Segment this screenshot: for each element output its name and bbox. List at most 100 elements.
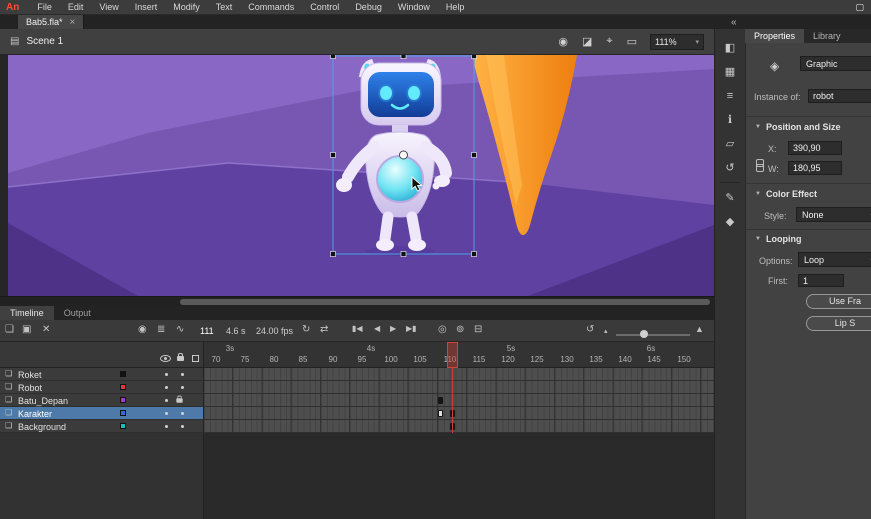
document-tab[interactable]: Bab5.fla* × <box>18 15 84 29</box>
lock-icon[interactable] <box>176 398 182 403</box>
layer-row-roket[interactable]: ❏ Roket <box>0 368 204 381</box>
collapse-panels-icon[interactable]: « <box>731 17 736 28</box>
menu-text[interactable]: Text <box>208 2 241 12</box>
timeline-zoom-in-icon[interactable]: ▲ <box>695 324 704 334</box>
step-back-icon[interactable]: ◀ <box>374 324 380 333</box>
loop-options-dropdown[interactable]: Loop ▾ <box>798 252 871 267</box>
lock-icon[interactable] <box>177 356 184 361</box>
layer-name[interactable]: Roket <box>18 370 42 380</box>
layer-name[interactable]: Batu_Depan <box>18 396 68 406</box>
layer-outline-swatch[interactable] <box>120 397 126 403</box>
visibility-dot[interactable] <box>165 386 168 389</box>
use-frame-picker-button[interactable]: Use Fra <box>806 294 871 309</box>
loop-playback-icon[interactable]: ↻ <box>302 324 310 335</box>
menu-help[interactable]: Help <box>438 2 473 12</box>
visibility-dot[interactable] <box>165 373 168 376</box>
menu-edit[interactable]: Edit <box>60 2 92 12</box>
layer-frames-batu-depan[interactable] <box>204 394 714 407</box>
style-dropdown[interactable]: None ▾ <box>796 207 871 222</box>
first-frame-field[interactable]: 1 <box>798 274 844 287</box>
swatches-icon[interactable]: ▦ <box>715 62 745 82</box>
close-icon[interactable]: × <box>70 17 76 28</box>
align-icon[interactable]: ≡ <box>715 86 745 106</box>
layer-frames-background[interactable] <box>204 420 714 433</box>
link-dimensions-icon[interactable] <box>754 159 764 171</box>
layer-frames-karakter[interactable] <box>204 407 714 420</box>
go-first-frame-icon[interactable]: ▮◀ <box>352 324 363 333</box>
scene-name[interactable]: Scene 1 <box>26 36 63 47</box>
instance-name-field[interactable]: robot <box>808 89 871 103</box>
motion-presets-icon[interactable]: ◆ <box>715 212 745 232</box>
keyframe-marker[interactable] <box>438 410 443 417</box>
layer-row-robot[interactable]: ❏ Robot <box>0 381 204 394</box>
frame-ruler[interactable]: 3s 4s 5s 6s 70 75 80 85 90 95 100 105 11… <box>204 342 714 368</box>
stage-area[interactable] <box>0 55 714 296</box>
layer-outline-swatch[interactable] <box>120 410 126 416</box>
tab-timeline[interactable]: Timeline <box>0 306 54 320</box>
onion-skin-outlines-icon[interactable]: ⊚ <box>456 324 464 335</box>
position-size-section-title[interactable]: Position and Size <box>766 122 841 132</box>
symbol-type-dropdown[interactable]: Graphic ▾ <box>800 56 871 71</box>
transform-icon[interactable]: ▱ <box>715 134 745 154</box>
section-arrow-icon[interactable]: ▼ <box>755 236 761 242</box>
reset-timeline-zoom-icon[interactable]: ↺ <box>586 324 594 335</box>
center-stage-icon[interactable]: ⌖ <box>606 35 612 48</box>
visibility-dot[interactable] <box>165 425 168 428</box>
layer-name[interactable]: Robot <box>18 383 42 393</box>
clip-content-icon[interactable]: ▭ <box>627 35 637 48</box>
menu-window[interactable]: Window <box>390 2 438 12</box>
delete-layer-icon[interactable]: ✕ <box>42 324 50 335</box>
section-arrow-icon[interactable]: ▼ <box>755 191 761 197</box>
camera-icon[interactable]: ◉ <box>558 35 568 48</box>
timeline-zoom-slider-thumb[interactable] <box>640 330 648 338</box>
stage-canvas[interactable] <box>8 55 714 296</box>
layer-outline-swatch[interactable] <box>120 384 126 390</box>
lip-syncing-button[interactable]: Lip S <box>806 316 871 331</box>
tab-output[interactable]: Output <box>54 306 101 320</box>
lock-dot[interactable] <box>181 425 184 428</box>
graph-editor-icon[interactable]: ∿ <box>176 324 184 335</box>
info-icon[interactable]: ℹ <box>715 110 745 130</box>
layer-frames-robot[interactable] <box>204 381 714 394</box>
current-frame-value[interactable]: 111 <box>200 326 214 336</box>
color-icon[interactable]: ◧ <box>715 38 745 58</box>
playhead-marker[interactable] <box>447 342 458 368</box>
color-effect-section-title[interactable]: Color Effect <box>766 189 817 199</box>
lock-dot[interactable] <box>181 386 184 389</box>
scrollbar-thumb[interactable] <box>180 299 710 305</box>
layer-depth-icon[interactable]: ≣ <box>157 324 165 335</box>
edit-multiple-frames-icon[interactable]: ⊟ <box>474 324 482 335</box>
menu-insert[interactable]: Insert <box>127 2 166 12</box>
tab-properties[interactable]: Properties <box>745 29 804 43</box>
layer-row-background[interactable]: ❏ Background <box>0 420 204 433</box>
timeline-zoom-out-icon[interactable]: ▴ <box>604 327 608 335</box>
keyframe-marker[interactable] <box>438 397 443 404</box>
go-last-frame-icon[interactable]: ▶▮ <box>406 324 417 333</box>
menu-control[interactable]: Control <box>302 2 347 12</box>
add-camera-icon[interactable]: ◉ <box>138 324 147 335</box>
play-range-icon[interactable]: ⇄ <box>320 324 328 335</box>
layer-outline-swatch[interactable] <box>120 371 126 377</box>
horizontal-scrollbar[interactable] <box>0 296 714 306</box>
looping-section-title[interactable]: Looping <box>766 234 802 244</box>
layer-row-batu-depan[interactable]: ❏ Batu_Depan <box>0 394 204 407</box>
visibility-dot[interactable] <box>165 399 168 402</box>
layer-name[interactable]: Karakter <box>18 409 52 419</box>
layer-name[interactable]: Background <box>18 422 66 432</box>
new-folder-icon[interactable]: ▣ <box>22 324 31 335</box>
lock-dot[interactable] <box>181 373 184 376</box>
onion-skin-icon[interactable]: ◎ <box>438 324 447 335</box>
play-icon[interactable]: ▶ <box>390 324 396 333</box>
edit-symbols-icon[interactable]: ◪ <box>582 35 592 48</box>
workspace-icon[interactable]: ▢ <box>855 2 864 13</box>
new-layer-icon[interactable]: ❏ <box>5 324 14 335</box>
layer-row-karakter[interactable]: ❏ Karakter <box>0 407 204 420</box>
zoom-select[interactable]: 111% ▾ <box>650 34 704 50</box>
outline-color-icon[interactable] <box>192 355 199 362</box>
tab-library[interactable]: Library <box>804 29 850 43</box>
x-value-field[interactable]: 390,90 <box>788 141 842 155</box>
lock-dot[interactable] <box>181 412 184 415</box>
layer-frames-roket[interactable] <box>204 368 714 381</box>
history-icon[interactable]: ↺ <box>715 158 745 178</box>
menu-view[interactable]: View <box>91 2 126 12</box>
